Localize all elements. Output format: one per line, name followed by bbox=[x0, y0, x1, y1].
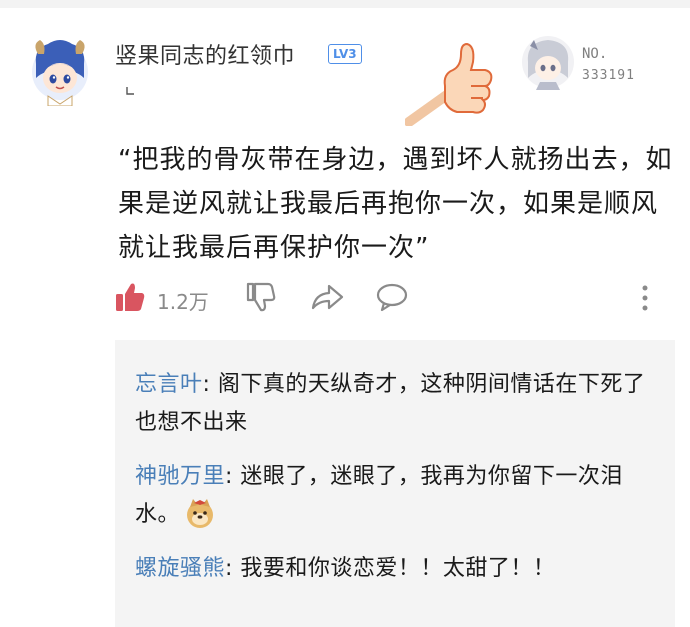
reply-colon: : bbox=[225, 556, 241, 581]
small-tick-icon bbox=[126, 87, 134, 95]
level-badge: LV3 bbox=[328, 44, 362, 64]
top-divider bbox=[0, 0, 690, 8]
dislike-icon[interactable] bbox=[243, 280, 277, 314]
reply-item[interactable]: 螺旋骚熊: 我要和你谈恋爱！！太甜了！！ bbox=[135, 550, 655, 588]
medal-number: 333191 bbox=[582, 68, 635, 83]
comment-text: “把我的骨灰带在身边，遇到坏人就扬出去，如果是逆风就让我最后再抱你一次，如果是顺… bbox=[118, 145, 673, 263]
medal-label: NO. bbox=[582, 46, 608, 62]
reply-author-name[interactable]: 神驰万里 bbox=[135, 464, 225, 489]
comment-action-bar: 1.2万 bbox=[113, 280, 673, 316]
reply-colon: : bbox=[202, 372, 218, 397]
reply-author-name[interactable]: 忘言叶 bbox=[135, 372, 203, 397]
reply-text: 我要和你谈恋爱！！太甜了！！ bbox=[240, 556, 556, 581]
thumb-up-art bbox=[405, 42, 493, 126]
username[interactable]: 竖果同志的红领巾 bbox=[115, 38, 295, 70]
reply-colon: : bbox=[225, 464, 241, 489]
like-count: 1.2万 bbox=[157, 290, 209, 314]
reply-item[interactable]: 忘言叶: 阁下真的天纵奇才，这种阴间情话在下死了也想不出来 bbox=[135, 366, 655, 442]
reply-icon[interactable] bbox=[375, 280, 409, 314]
medal-avatar bbox=[522, 36, 574, 90]
user-avatar[interactable] bbox=[30, 34, 90, 106]
doge-emoji-icon bbox=[187, 499, 214, 528]
like-icon[interactable] bbox=[113, 280, 147, 314]
more-icon[interactable] bbox=[638, 282, 652, 314]
share-icon[interactable] bbox=[309, 280, 345, 314]
reply-author-name[interactable]: 螺旋骚熊 bbox=[135, 556, 225, 581]
reply-list: 忘言叶: 阁下真的天纵奇才，这种阴间情话在下死了也想不出来 神驰万里: 迷眼了，… bbox=[115, 340, 675, 627]
comment-page: 竖果同志的红领巾 LV3 NO. 333191 “把我的骨灰带在身边，遇到坏人就… bbox=[0, 0, 690, 627]
reply-item[interactable]: 神驰万里: 迷眼了，迷眼了，我再为你留下一次泪水。 bbox=[135, 458, 655, 534]
